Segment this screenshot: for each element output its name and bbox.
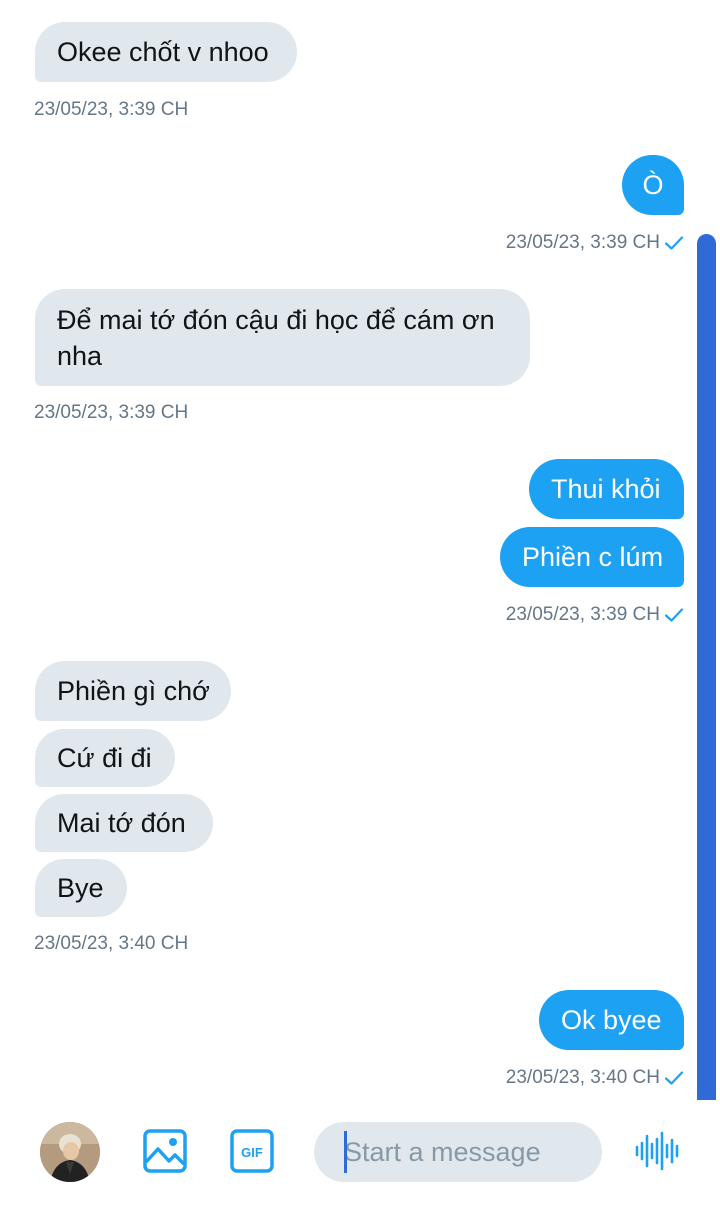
message-timestamp-row: 23/05/23, 3:39 CH — [506, 232, 684, 254]
message-text: Phiền gì chớ — [57, 676, 210, 706]
message-timestamp-row: 23/05/23, 3:40 CH — [506, 1067, 684, 1089]
svg-text:GIF: GIF — [241, 1145, 263, 1160]
message-text: Ok byee — [561, 1005, 662, 1035]
gif-icon[interactable]: GIF — [229, 1128, 275, 1174]
message-timestamp: 23/05/23, 3:40 CH — [505, 1067, 660, 1088]
image-icon[interactable] — [142, 1128, 188, 1174]
message-input[interactable] — [344, 1136, 584, 1168]
message-text: Okee chốt v nhoo — [57, 37, 269, 67]
incoming-message[interactable]: Cứ đi đi — [35, 729, 175, 787]
message-text: Để mai tớ đón cậu đi học để cám ơn nha — [57, 305, 495, 371]
message-text: Mai tớ đón — [57, 808, 186, 838]
message-text: Phiền c lúm — [522, 542, 664, 572]
sent-check-icon — [664, 608, 684, 622]
scrollbar-thumb[interactable] — [697, 234, 716, 1100]
sent-check-icon — [664, 1071, 684, 1085]
message-timestamp: 23/05/23, 3:39 CH — [505, 232, 660, 253]
outgoing-message[interactable]: Ok byee — [539, 990, 684, 1050]
incoming-message[interactable]: Mai tớ đón — [35, 794, 213, 852]
sent-check-icon — [664, 236, 684, 250]
incoming-message[interactable]: Bye — [35, 859, 127, 917]
incoming-message[interactable]: Để mai tớ đón cậu đi học để cám ơn nha — [35, 289, 530, 386]
message-text: Cứ đi đi — [57, 743, 152, 773]
user-avatar[interactable] — [40, 1122, 100, 1182]
avatar-photo — [40, 1122, 100, 1182]
outgoing-message[interactable]: Ò — [622, 155, 684, 215]
message-compose-field[interactable] — [314, 1122, 602, 1182]
incoming-message[interactable]: Phiền gì chớ — [35, 661, 231, 721]
text-caret — [344, 1131, 347, 1173]
incoming-message[interactable]: Okee chốt v nhoo — [35, 22, 297, 82]
outgoing-message[interactable]: Phiền c lúm — [500, 527, 684, 587]
message-timestamp: 23/05/23, 3:39 CH — [505, 604, 660, 625]
message-timestamp: 23/05/23, 3:39 CH — [34, 99, 189, 120]
message-timestamp: 23/05/23, 3:39 CH — [34, 402, 189, 423]
message-timestamp: 23/05/23, 3:40 CH — [34, 933, 189, 954]
outgoing-message[interactable]: Thui khỏi — [529, 459, 684, 519]
message-timestamp-row: 23/05/23, 3:39 CH — [506, 604, 684, 626]
voice-waveform-icon[interactable] — [634, 1130, 682, 1172]
message-text: Thui khỏi — [551, 474, 661, 504]
message-text: Bye — [57, 873, 104, 903]
message-text: Ò — [642, 170, 664, 200]
